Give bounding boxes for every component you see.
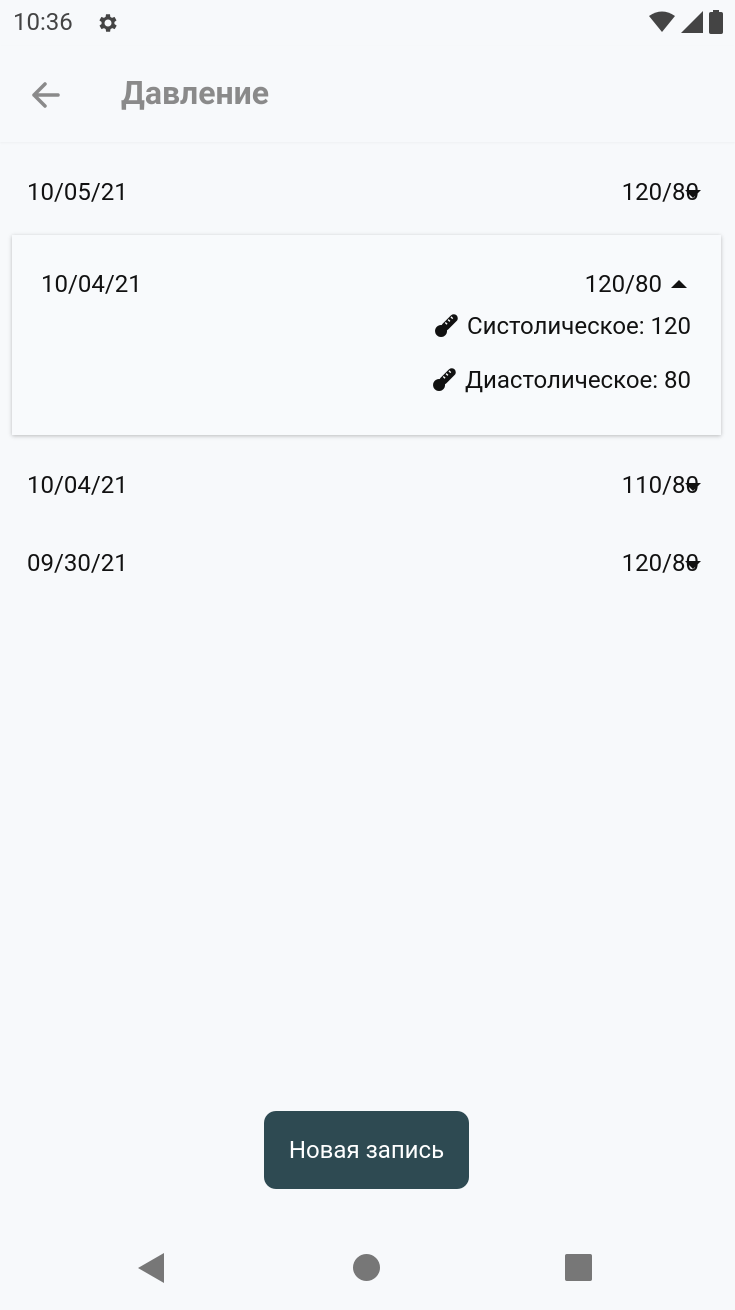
systolic-detail: Систолическое: 120 bbox=[431, 311, 691, 341]
system-nav-bar bbox=[0, 1226, 735, 1310]
caret-up-icon bbox=[671, 280, 687, 288]
caret-down-icon bbox=[685, 561, 701, 569]
record-date: 10/04/21 bbox=[27, 471, 128, 499]
caret-down-icon bbox=[685, 190, 701, 198]
caret-down-icon bbox=[685, 483, 701, 491]
new-record-button[interactable]: Новая запись bbox=[264, 1111, 469, 1189]
systolic-label: Систолическое: 120 bbox=[466, 312, 691, 340]
record-row[interactable]: 10/04/21 110/80 bbox=[0, 445, 735, 521]
record-value: 120/80 bbox=[584, 270, 662, 298]
home-circle-icon[interactable] bbox=[353, 1254, 380, 1281]
wifi-icon bbox=[649, 11, 675, 32]
gear-icon bbox=[99, 14, 117, 32]
record-row[interactable]: 10/05/21 120/80 bbox=[0, 152, 735, 228]
back-triangle-icon[interactable] bbox=[138, 1253, 164, 1283]
app-bar: Давление bbox=[0, 46, 735, 142]
status-icons bbox=[649, 10, 723, 34]
status-time: 10:36 bbox=[13, 8, 73, 36]
battery-icon bbox=[709, 10, 723, 34]
arrow-left-icon[interactable] bbox=[28, 78, 62, 112]
diastolic-detail: Диастолическое: 80 bbox=[429, 365, 691, 395]
record-date: 09/30/21 bbox=[27, 549, 128, 577]
thermometer-icon bbox=[433, 368, 456, 391]
thermometer-icon bbox=[435, 314, 458, 337]
diastolic-label: Диастолическое: 80 bbox=[464, 366, 691, 394]
expanded-record-card[interactable]: 10/04/21 120/80 Систолическое: 120 Диаст… bbox=[12, 235, 721, 435]
record-row[interactable]: 09/30/21 120/80 bbox=[0, 523, 735, 599]
record-date: 10/05/21 bbox=[27, 178, 128, 206]
recents-square-icon[interactable] bbox=[565, 1254, 592, 1281]
status-bar: 10:36 bbox=[0, 0, 735, 46]
record-date: 10/04/21 bbox=[41, 270, 142, 298]
signal-icon bbox=[681, 11, 703, 33]
page-title: Давление bbox=[121, 74, 269, 112]
